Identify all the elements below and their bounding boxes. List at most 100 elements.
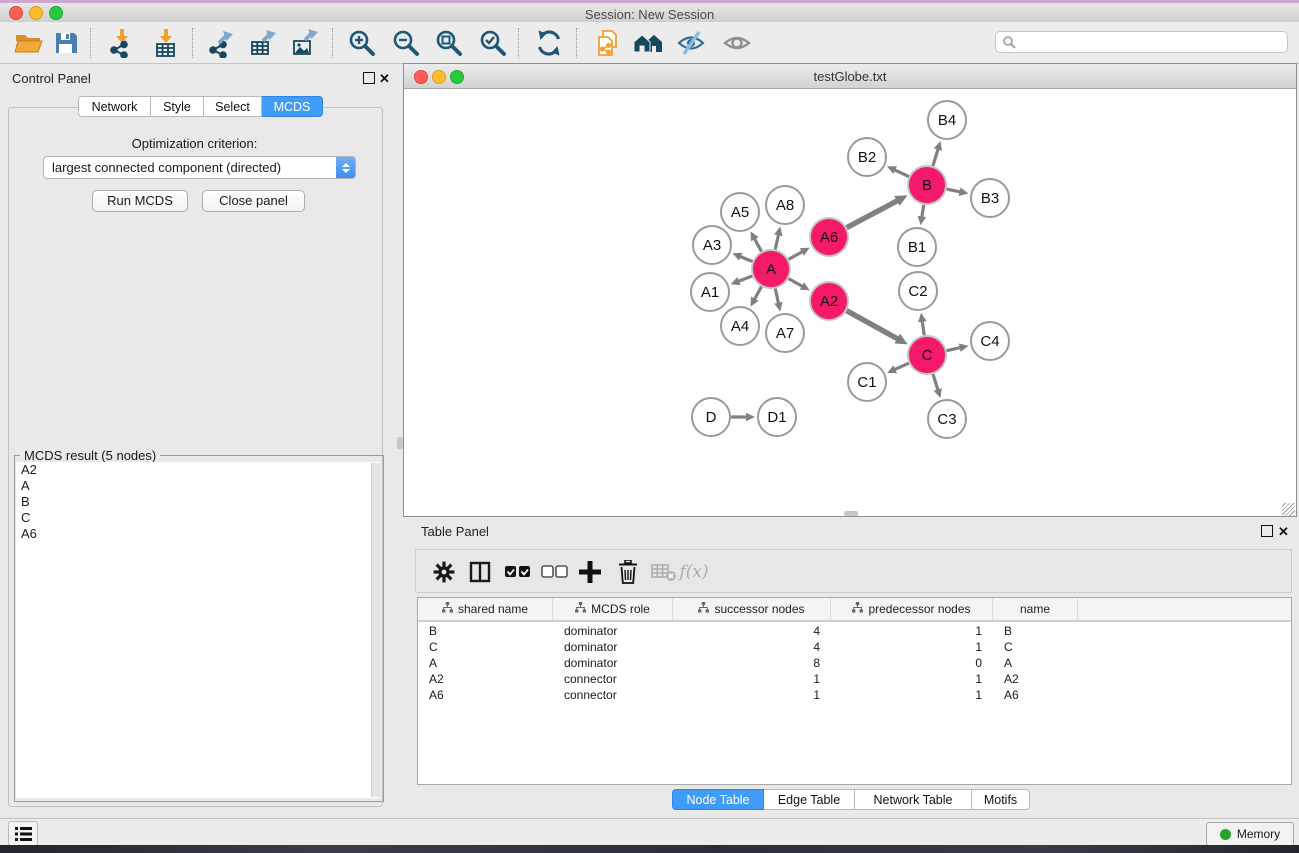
export-image-icon[interactable] bbox=[288, 27, 322, 59]
show-eye-icon[interactable] bbox=[720, 27, 754, 59]
table-cell[interactable]: 1 bbox=[831, 623, 993, 639]
mcds-result-item[interactable]: A bbox=[16, 478, 380, 494]
graph-edge-A-A7[interactable] bbox=[775, 289, 779, 305]
graph-edge-A-A1[interactable] bbox=[737, 276, 752, 282]
mcds-result-item[interactable]: C bbox=[16, 510, 380, 526]
settings-gear-icon[interactable] bbox=[428, 556, 460, 588]
select-all-checkboxes-icon[interactable] bbox=[502, 556, 534, 588]
resize-grip[interactable] bbox=[1282, 503, 1295, 516]
table-cell[interactable]: 1 bbox=[673, 687, 831, 703]
table-cell[interactable]: 4 bbox=[673, 623, 831, 639]
table-cell[interactable]: B bbox=[993, 623, 1078, 639]
import-network-icon[interactable] bbox=[105, 27, 139, 59]
tab-style[interactable]: Style bbox=[151, 96, 204, 117]
table-cell[interactable]: dominator bbox=[553, 655, 673, 671]
graph-edge-A-A3[interactable] bbox=[739, 256, 753, 262]
graph-edge-A-A6[interactable] bbox=[789, 251, 804, 259]
graph-edge-C-C4[interactable] bbox=[947, 347, 962, 350]
table-cell[interactable]: A bbox=[418, 655, 553, 671]
table-cell[interactable]: 4 bbox=[673, 639, 831, 655]
graph-edge-C-C3[interactable] bbox=[933, 374, 938, 391]
tab-motifs[interactable]: Motifs bbox=[972, 789, 1030, 810]
duplicate-network-icon[interactable] bbox=[591, 27, 625, 59]
task-history-button[interactable] bbox=[8, 821, 38, 846]
graph-edge-A-A5[interactable] bbox=[754, 237, 762, 251]
zoom-out-icon[interactable] bbox=[389, 27, 423, 59]
table-cell[interactable]: A6 bbox=[993, 687, 1078, 703]
close-panel-button[interactable]: Close panel bbox=[202, 190, 305, 212]
criterion-dropdown[interactable]: largest connected component (directed) bbox=[43, 156, 356, 179]
network-horizontal-scrollbar-thumb[interactable] bbox=[844, 511, 858, 516]
run-mcds-button[interactable]: Run MCDS bbox=[92, 190, 188, 212]
column-header-MCDS-role[interactable]: MCDS role bbox=[553, 598, 673, 620]
export-table-icon[interactable] bbox=[246, 27, 280, 59]
graph-edge-A6-B[interactable] bbox=[847, 200, 899, 228]
graph-edge-A2-C[interactable] bbox=[847, 311, 899, 340]
open-folder-icon[interactable] bbox=[11, 27, 45, 59]
table-cell[interactable]: C bbox=[418, 639, 553, 655]
table-cell[interactable]: 8 bbox=[673, 655, 831, 671]
table-cell[interactable]: A2 bbox=[418, 671, 553, 687]
delete-table-icon[interactable] bbox=[648, 556, 680, 588]
table-cell[interactable]: 1 bbox=[831, 639, 993, 655]
zoom-fit-icon[interactable] bbox=[432, 27, 466, 59]
network-graph-canvas[interactable]: B4B2BB3A8A5A6A3B1AC2A1A2A4A7C4CC1DD1C3 bbox=[404, 88, 1296, 516]
mcds-result-item[interactable]: A6 bbox=[16, 526, 380, 542]
graph-edge-B-B1[interactable] bbox=[922, 205, 924, 219]
mcds-result-scrollbar[interactable] bbox=[371, 463, 380, 797]
table-cell[interactable]: C bbox=[993, 639, 1078, 655]
add-column-icon[interactable] bbox=[574, 556, 606, 588]
table-cell[interactable]: 1 bbox=[831, 671, 993, 687]
tab-network-table[interactable]: Network Table bbox=[855, 789, 972, 810]
network-window-titlebar[interactable]: testGlobe.txt bbox=[404, 64, 1296, 89]
graph-edge-A-A2[interactable] bbox=[789, 279, 804, 287]
table-panel-close-icon[interactable]: ✕ bbox=[1278, 524, 1289, 540]
home-icon[interactable] bbox=[631, 27, 665, 59]
table-cell[interactable]: 1 bbox=[673, 671, 831, 687]
network-vertical-scrollbar-thumb[interactable] bbox=[397, 437, 403, 449]
table-cell[interactable]: connector bbox=[553, 687, 673, 703]
tab-mcds[interactable]: MCDS bbox=[262, 96, 323, 117]
deselect-all-checkboxes-icon[interactable] bbox=[539, 556, 571, 588]
import-table-icon[interactable] bbox=[149, 27, 183, 59]
hide-eye-icon[interactable] bbox=[674, 27, 708, 59]
table-cell[interactable]: 1 bbox=[831, 687, 993, 703]
table-cell[interactable]: connector bbox=[553, 671, 673, 687]
table-cell[interactable]: 0 bbox=[831, 655, 993, 671]
tab-select[interactable]: Select bbox=[204, 96, 262, 117]
graph-edge-A-A4[interactable] bbox=[754, 287, 762, 301]
refresh-icon[interactable] bbox=[532, 27, 566, 59]
memory-button[interactable]: Memory bbox=[1206, 822, 1294, 846]
tab-network[interactable]: Network bbox=[78, 96, 151, 117]
columns-icon[interactable] bbox=[464, 556, 496, 588]
table-panel-float-button[interactable] bbox=[1261, 525, 1273, 540]
control-panel-close-icon[interactable]: ✕ bbox=[379, 71, 390, 87]
control-panel-float-button[interactable] bbox=[363, 72, 375, 87]
export-network-icon[interactable] bbox=[204, 27, 238, 59]
zoom-in-icon[interactable] bbox=[345, 27, 379, 59]
zoom-selected-icon[interactable] bbox=[476, 27, 510, 59]
graph-edge-C-C2[interactable] bbox=[922, 320, 924, 335]
tab-edge-table[interactable]: Edge Table bbox=[764, 789, 855, 810]
column-header-predecessor-nodes[interactable]: predecessor nodes bbox=[831, 598, 993, 620]
mcds-result-item[interactable]: B bbox=[16, 494, 380, 510]
table-cell[interactable]: A2 bbox=[993, 671, 1078, 687]
column-header-successor-nodes[interactable]: successor nodes bbox=[673, 598, 831, 620]
delete-column-trash-icon[interactable] bbox=[612, 556, 644, 588]
table-cell[interactable]: B bbox=[418, 623, 553, 639]
table-cell[interactable]: A6 bbox=[418, 687, 553, 703]
table-cell[interactable]: dominator bbox=[553, 623, 673, 639]
graph-edge-B-B3[interactable] bbox=[947, 189, 962, 192]
column-header-shared-name[interactable]: shared name bbox=[418, 598, 553, 620]
search-input[interactable] bbox=[1016, 34, 1270, 50]
column-header-name[interactable]: name bbox=[993, 598, 1078, 620]
table-cell[interactable]: dominator bbox=[553, 639, 673, 655]
mcds-result-item[interactable]: A2 bbox=[16, 462, 380, 478]
table-cell[interactable]: A bbox=[993, 655, 1078, 671]
tab-node-table[interactable]: Node Table bbox=[672, 789, 764, 810]
graph-edge-B-B4[interactable] bbox=[933, 148, 939, 166]
save-icon[interactable] bbox=[49, 27, 83, 59]
graph-edge-C-C1[interactable] bbox=[893, 363, 908, 370]
function-builder-icon[interactable]: f(x) bbox=[678, 556, 710, 588]
graph-edge-A-A8[interactable] bbox=[775, 233, 779, 249]
